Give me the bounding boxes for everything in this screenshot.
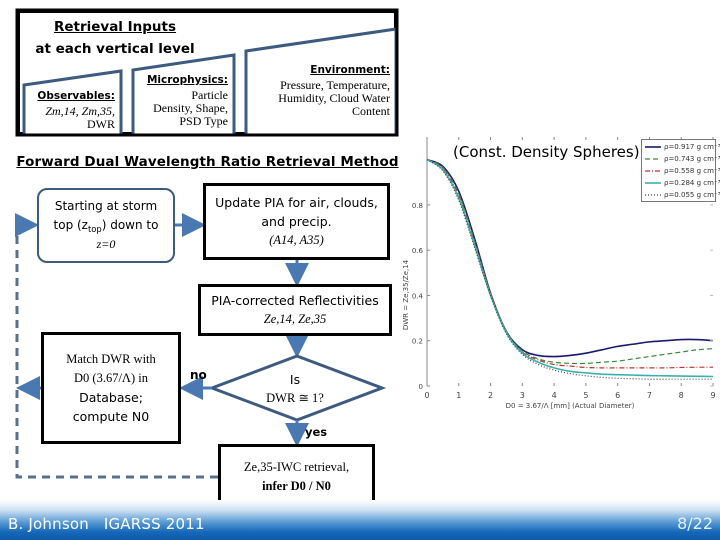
y-tick-label: 0	[419, 383, 423, 391]
footer-author: B. Johnson IGARSS 2011	[8, 515, 205, 533]
match-line3: Database;	[79, 390, 143, 405]
match-line4: compute N0	[72, 409, 150, 424]
chart-title: (Const. Density Spheres)	[453, 143, 640, 161]
x-tick-label: 9	[710, 391, 715, 400]
result-line2: infer D0 / N0	[262, 479, 331, 493]
legend-entry: ρ=0.743 g cm⁻³	[644, 153, 720, 165]
legend-label: ρ=0.558 g cm⁻³	[664, 167, 720, 175]
legend-label: ρ=0.743 g cm⁻³	[664, 155, 720, 163]
update-line3: (A14, A35)	[269, 233, 324, 247]
match-line2: D0 (3.67/Λ) in	[74, 371, 148, 385]
y-tick-label: 0.8	[412, 202, 423, 210]
x-tick-label: 8	[679, 391, 684, 400]
update-pia-node: Update PIA for air, clouds, and precip. …	[203, 183, 390, 260]
x-tick-label: 0	[424, 391, 429, 400]
update-line1: Update PIA for air, clouds,	[215, 195, 378, 210]
chart-legend: ρ=0.917 g cm⁻³ ρ=0.743 g cm⁻³ ρ=0.558 g cm…	[641, 139, 720, 202]
x-tick-label: 7	[647, 391, 652, 400]
legend-swatch	[645, 194, 661, 196]
x-tick-label: 5	[583, 391, 588, 400]
update-line2: and precip.	[261, 214, 332, 229]
x-tick-label: 2	[488, 391, 493, 400]
decision-line1: Is	[289, 372, 301, 387]
y-tick-label: 0.4	[412, 292, 424, 300]
pia-line2: Ze,14, Ze,35	[263, 312, 327, 326]
page-number: 8/22	[677, 514, 713, 533]
start-line2: top (ztop) down to	[53, 218, 159, 234]
y-axis-label: DWR = Ze,35/Ze,14	[402, 259, 410, 330]
legend-swatch	[645, 158, 661, 160]
legend-swatch	[645, 182, 661, 184]
legend-swatch	[645, 146, 661, 148]
legend-label: ρ=0.917 g cm⁻³	[664, 143, 720, 151]
x-axis-label: D0 = 3.67/Λ [mm] (Actual Diameter)	[506, 402, 635, 410]
label-yes: yes	[305, 425, 328, 439]
decision-line2: DWR ≅ 1?	[266, 391, 324, 405]
legend-entry: ρ=0.055 g cm⁻³	[644, 189, 720, 201]
legend-entry: ρ=0.558 g cm⁻³	[644, 165, 720, 177]
legend-label: ρ=0.284 g cm⁻³	[664, 179, 720, 187]
y-tick-label: 0.6	[412, 247, 424, 255]
legend-label: ρ=0.055 g cm⁻³	[664, 191, 720, 199]
legend-swatch	[645, 170, 661, 172]
pia-corrected-node: PIA-corrected Reflectivities Ze,14, Ze,3…	[198, 284, 392, 336]
pia-line1: PIA-corrected Reflectivities	[211, 293, 379, 308]
match-line1: Match DWR with	[66, 352, 156, 366]
label-no: no	[190, 368, 207, 382]
x-tick-label: 3	[520, 391, 525, 400]
x-tick-label: 6	[615, 391, 620, 400]
x-tick-label: 4	[552, 391, 557, 400]
x-tick-label: 1	[456, 391, 461, 400]
start-node: Starting at storm top (ztop) down to z=0	[37, 188, 175, 263]
result-line1: Ze,35-IWC retrieval,	[243, 460, 350, 474]
legend-entry: ρ=0.284 g cm⁻³	[644, 177, 720, 189]
y-tick-label: 0.2	[412, 338, 423, 346]
start-line1: Starting at storm	[54, 199, 158, 213]
match-dwr-node: Match DWR with D0 (3.67/Λ) in Database; …	[41, 332, 181, 444]
start-line3: z=0	[96, 237, 116, 251]
legend-entry: ρ=0.917 g cm⁻³	[644, 141, 720, 153]
decision-text: Is DWR ≅ 1?	[240, 370, 350, 408]
